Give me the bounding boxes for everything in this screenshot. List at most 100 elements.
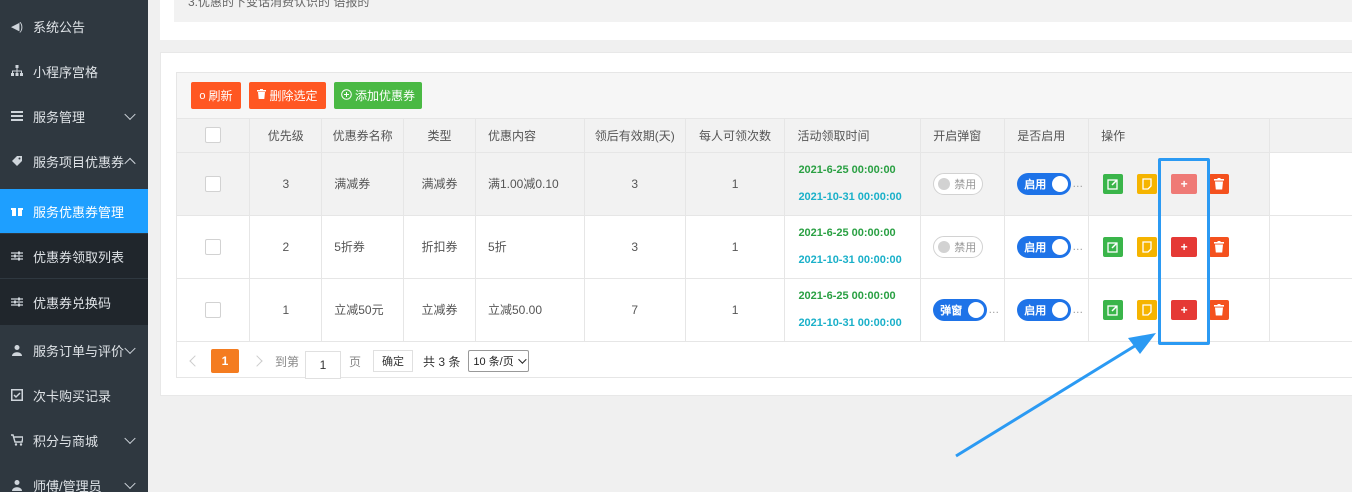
cell-type: 折扣券 bbox=[403, 215, 476, 279]
delete-selected-button[interactable]: 删除选定 bbox=[249, 82, 326, 109]
enabled-toggle[interactable]: 启用 bbox=[1017, 172, 1072, 195]
cell-enabled: 启用 … bbox=[1004, 152, 1090, 216]
cell-filler bbox=[1269, 152, 1352, 216]
speaker-icon: ◀) bbox=[10, 20, 24, 33]
cell-claim-time: 2021-6-25 00:00:00 2021-10-31 00:00:00 bbox=[784, 152, 922, 216]
row-checkbox[interactable] bbox=[205, 238, 222, 255]
cell-filler bbox=[1269, 215, 1352, 279]
chevron-left-icon[interactable] bbox=[189, 355, 201, 367]
cell-priority: 2 bbox=[249, 215, 323, 279]
toggle-knob bbox=[1052, 301, 1069, 318]
col-popup[interactable]: 开启弹窗 bbox=[920, 119, 1006, 153]
chevron-up-icon bbox=[124, 157, 136, 170]
col-type[interactable]: 类型 bbox=[403, 119, 476, 153]
sidebar-item-label: 积分与商城 bbox=[33, 433, 99, 449]
edit-icon[interactable] bbox=[1103, 236, 1124, 257]
col-claim-time[interactable]: 活动领取时间 bbox=[784, 119, 922, 153]
note-icon[interactable] bbox=[1137, 299, 1158, 320]
trash-icon[interactable] bbox=[1209, 299, 1230, 320]
add-coupon-button[interactable]: 添加优惠券 bbox=[334, 82, 422, 109]
cell-coupon-name: 立减50元 bbox=[321, 278, 405, 342]
claim-start-time: 2021-6-25 00:00:00 bbox=[798, 226, 896, 239]
sidebar-item-label: 服务优惠券管理 bbox=[33, 204, 125, 220]
claim-start-time: 2021-6-25 00:00:00 bbox=[798, 163, 896, 176]
popup-toggle[interactable]: 弹窗 bbox=[933, 298, 988, 321]
sidebar-item-coupon-redeem-code[interactable]: 优惠券兑换码 bbox=[0, 279, 148, 325]
edit-icon[interactable] bbox=[1103, 173, 1124, 194]
note-icon[interactable] bbox=[1137, 236, 1158, 257]
enabled-toggle-label: 启用 bbox=[1024, 304, 1047, 317]
popup-toggle-label: 弹窗 bbox=[940, 304, 963, 317]
sidebar-item-master-admin[interactable]: 师傅/管理员 bbox=[0, 463, 148, 492]
pagination: 1 到第 页 确定 共 3 条 10 条/页 bbox=[177, 343, 1352, 379]
cell-claim-time: 2021-6-25 00:00:00 2021-10-31 00:00:00 bbox=[784, 215, 922, 279]
row-checkbox[interactable] bbox=[205, 301, 222, 318]
select-all-checkbox[interactable] bbox=[205, 127, 222, 144]
sidebar-item-card-purchase[interactable]: 次卡购买记录 bbox=[0, 373, 148, 417]
table-toolbar: o 刷新 删除选定 添加优惠券 bbox=[177, 73, 1352, 119]
plus-circle-icon bbox=[341, 88, 352, 103]
popup-toggle-label: 禁用 bbox=[954, 178, 977, 191]
sidebar-item-service-management[interactable]: 服务管理 bbox=[0, 94, 148, 138]
row-checkbox-cell bbox=[177, 215, 251, 279]
sidebar-item-label: 系统公告 bbox=[33, 19, 86, 35]
sidebar-item-announcement[interactable]: ◀) 系统公告 bbox=[0, 4, 148, 48]
tag-icon bbox=[11, 155, 23, 167]
sliders-icon bbox=[11, 250, 23, 262]
sidebar-item-points-mall[interactable]: 积分与商城 bbox=[0, 418, 148, 462]
sidebar-item-miniapp-grid[interactable]: 小程序宫格 bbox=[0, 49, 148, 93]
page-size-select[interactable]: 10 条/页 bbox=[468, 350, 529, 372]
col-content[interactable]: 优惠内容 bbox=[475, 119, 585, 153]
enabled-toggle-label: 启用 bbox=[1024, 241, 1047, 254]
col-per-person[interactable]: 每人可领次数 bbox=[685, 119, 786, 153]
toggle-knob bbox=[938, 240, 951, 253]
user-icon bbox=[11, 479, 23, 491]
claim-start-time: 2021-6-25 00:00:00 bbox=[798, 289, 896, 302]
note-icon[interactable] bbox=[1137, 173, 1158, 194]
enabled-toggle[interactable]: 启用 bbox=[1017, 298, 1072, 321]
col-enabled[interactable]: 是否启用 bbox=[1004, 119, 1090, 153]
popup-toggle-label: 禁用 bbox=[954, 241, 977, 254]
sidebar-item-label: 师傅/管理员 bbox=[33, 478, 102, 492]
chevron-down-icon bbox=[124, 432, 136, 445]
sidebar-item-label: 小程序宫格 bbox=[33, 64, 99, 80]
trash-icon[interactable] bbox=[1209, 173, 1230, 194]
cell-popup: 禁用 bbox=[920, 152, 1006, 216]
current-page[interactable]: 1 bbox=[211, 349, 239, 373]
refresh-button[interactable]: o 刷新 bbox=[191, 82, 241, 109]
sidebar-item-label: 优惠券兑换码 bbox=[33, 295, 112, 311]
cell-per-person: 1 bbox=[685, 215, 786, 279]
sidebar-item-orders-reviews[interactable]: 服务订单与评价 bbox=[0, 328, 148, 372]
sidebar: ◀) 系统公告 小程序宫格 服务管理 服务项目优惠券 服务优惠券管理 优惠券领取… bbox=[0, 0, 148, 492]
trash-icon[interactable] bbox=[1209, 236, 1230, 257]
goto-confirm-button[interactable]: 确定 bbox=[373, 350, 414, 372]
enabled-toggle-label: 启用 bbox=[1024, 178, 1047, 191]
col-valid-days[interactable]: 领后有效期(天) bbox=[584, 119, 686, 153]
user-icon bbox=[11, 344, 23, 356]
col-coupon-name[interactable]: 优惠券名称 bbox=[321, 119, 405, 153]
row-checkbox-cell bbox=[177, 152, 251, 216]
annotation-highlight-box bbox=[1158, 158, 1210, 345]
sidebar-item-service-coupon[interactable]: 服务项目优惠券 bbox=[0, 139, 148, 183]
trash-icon bbox=[257, 89, 267, 102]
col-priority[interactable]: 优先级 bbox=[249, 119, 323, 153]
cell-type: 立减券 bbox=[403, 278, 476, 342]
popup-toggle[interactable]: 禁用 bbox=[933, 172, 984, 195]
goto-page-input[interactable] bbox=[305, 351, 342, 379]
edit-icon[interactable] bbox=[1103, 299, 1124, 320]
enabled-toggle[interactable]: 启用 bbox=[1017, 235, 1072, 258]
col-actions: 操作 bbox=[1088, 119, 1271, 153]
refresh-label: 刷新 bbox=[208, 89, 233, 103]
notice-panel: 3.优惠的下变话消费认识的 语报的 bbox=[160, 0, 1352, 40]
cell-coupon-name: 5折券 bbox=[321, 215, 405, 279]
row-checkbox[interactable] bbox=[205, 175, 222, 192]
notice-box: 3.优惠的下变话消费认识的 语报的 bbox=[174, 0, 1352, 22]
sidebar-item-coupon-management[interactable]: 服务优惠券管理 bbox=[0, 189, 148, 233]
delete-selected-label: 删除选定 bbox=[269, 89, 318, 103]
ellipsis-icon: … bbox=[1072, 177, 1084, 190]
cell-content: 5折 bbox=[475, 215, 585, 279]
table-header-row: 优先级 优惠券名称 类型 优惠内容 领后有效期(天) 每人可领次数 活动领取时间… bbox=[177, 119, 1352, 153]
popup-toggle[interactable]: 禁用 bbox=[933, 235, 984, 258]
chevron-right-icon[interactable] bbox=[251, 355, 263, 367]
sidebar-item-coupon-claim-list[interactable]: 优惠券领取列表 bbox=[0, 234, 148, 278]
